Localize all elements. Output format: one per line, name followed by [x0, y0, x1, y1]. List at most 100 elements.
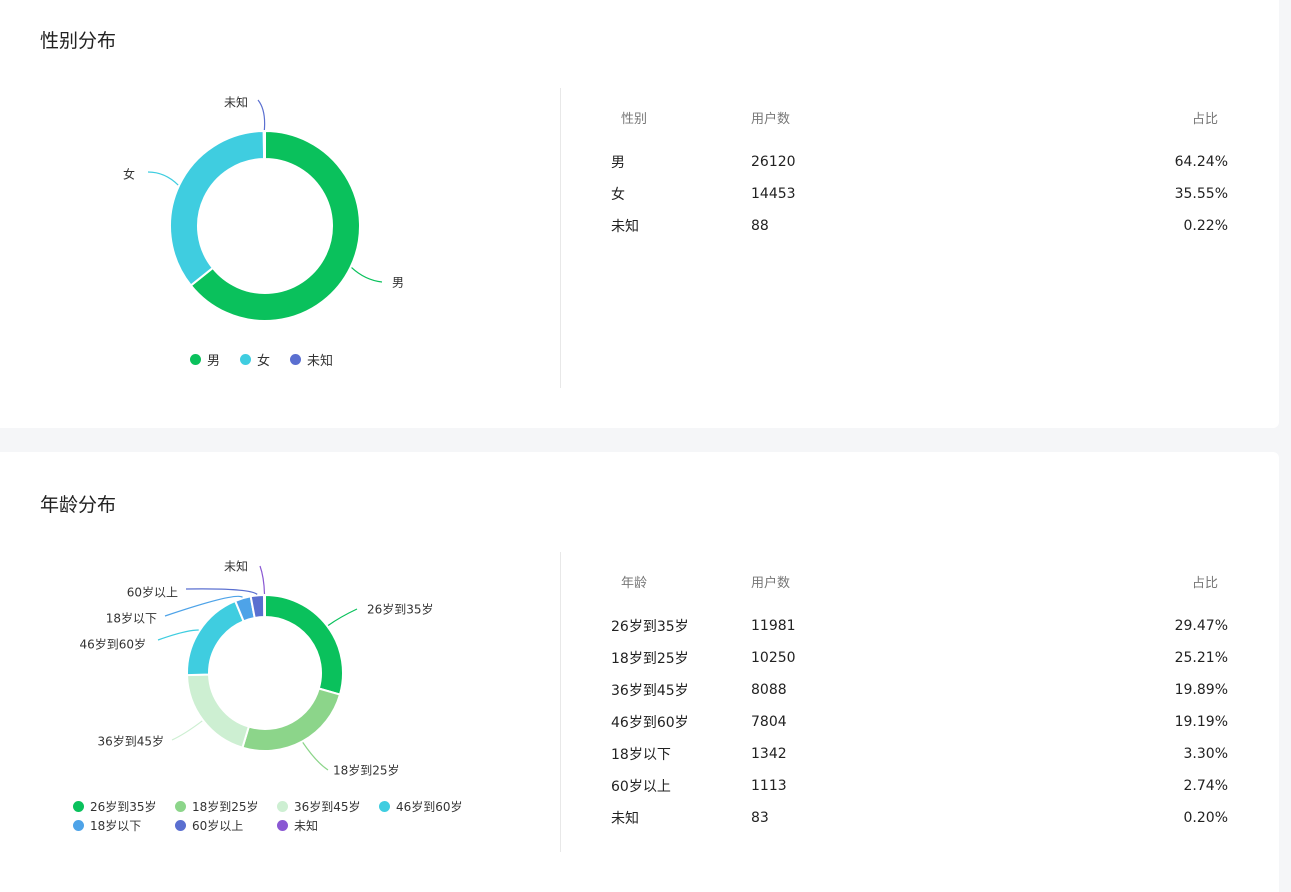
legend-dot-icon — [73, 801, 84, 812]
slice-label: 18岁到25岁 — [333, 763, 400, 778]
row-label: 女 — [611, 187, 625, 203]
legend-dot-icon — [175, 801, 186, 812]
gender-card: 性别分布 男女未知 男女未知 性别 用户数 占比 男 26120 64.24% … — [0, 0, 1279, 428]
leader-line — [302, 742, 329, 771]
legend-label: 男 — [207, 354, 221, 369]
legend-dot-icon — [73, 820, 84, 831]
table-row: 60岁以上 1113 2.74% — [590, 770, 1240, 802]
header-share: 占比 — [1191, 575, 1218, 591]
donut-slice-1[interactable] — [169, 129, 266, 287]
legend-label: 18岁到25岁 — [192, 800, 259, 814]
age-donut-chart: 26岁到35岁 18岁到25岁 36岁到45岁 46岁到60岁 18岁以下 60岁以上 未知 — [79, 560, 433, 778]
donut-slice-2[interactable] — [262, 129, 266, 161]
legend-item[interactable]: 46岁到60岁 — [379, 798, 481, 815]
row-share: 64.24% — [1174, 154, 1228, 170]
leader-line — [257, 99, 266, 131]
table-row: 46岁到60岁 7804 19.19% — [590, 706, 1240, 738]
row-count: 10250 — [751, 650, 796, 666]
header-age: 年龄 — [621, 575, 648, 591]
row-share: 25.21% — [1174, 650, 1228, 666]
row-label: 未知 — [611, 811, 639, 827]
row-share: 0.22% — [1183, 218, 1228, 234]
header-share: 占比 — [1191, 111, 1218, 127]
table-row: 未知 83 0.20% — [590, 802, 1240, 834]
legend-dot-icon — [175, 820, 186, 831]
legend-dot-icon — [277, 820, 288, 831]
donut-slice-2[interactable] — [186, 673, 251, 749]
row-label: 60岁以上 — [611, 779, 671, 795]
leader-line — [185, 588, 258, 595]
legend-label: 未知 — [294, 819, 319, 833]
donut-slice-6[interactable] — [262, 593, 266, 619]
legend-item[interactable]: 26岁到35岁 — [73, 798, 175, 815]
legend-item[interactable]: 18岁以下 — [73, 817, 175, 834]
gender-donut-chart: 男 女 未知 — [123, 96, 404, 322]
slice-label: 女 — [123, 167, 135, 182]
row-count: 1342 — [751, 746, 787, 762]
slice-label: 未知 — [224, 560, 248, 574]
leader-line — [147, 171, 179, 186]
header-gender: 性别 — [621, 111, 648, 127]
slice-label: 60岁以上 — [127, 585, 178, 600]
row-label: 18岁到25岁 — [611, 651, 689, 667]
legend-item[interactable]: 女 — [240, 350, 270, 369]
slice-label: 男 — [392, 276, 404, 290]
legend-item[interactable]: 18岁到25岁 — [175, 798, 277, 815]
legend-dot-icon — [240, 354, 252, 365]
row-count: 14453 — [751, 186, 796, 202]
gender-legend: 男 女 未知 — [190, 350, 390, 371]
age-table: 年龄 用户数 占比 26岁到35岁 11981 29.47% 18岁到25岁 1… — [590, 552, 1240, 834]
legend-label: 女 — [257, 354, 271, 369]
leader-line — [171, 720, 203, 741]
legend-item[interactable]: 60岁以上 — [175, 817, 277, 834]
row-share: 0.20% — [1183, 810, 1228, 826]
slice-label: 36岁到45岁 — [97, 734, 164, 749]
table-row: 18岁以下 1342 3.30% — [590, 738, 1240, 770]
age-divider — [560, 552, 561, 852]
row-label: 男 — [611, 155, 625, 171]
row-share: 3.30% — [1183, 746, 1228, 762]
leader-line — [351, 267, 383, 283]
donut-slice-3[interactable] — [186, 599, 245, 677]
age-card: 年龄分布 26岁到35岁 18岁到25岁 36岁到45岁 46岁到60岁 18岁以下 60… — [0, 452, 1279, 892]
row-label: 36岁到45岁 — [611, 683, 689, 699]
legend-label: 未知 — [307, 354, 334, 369]
table-row: 18岁到25岁 10250 25.21% — [590, 642, 1240, 674]
slice-label: 未知 — [224, 96, 248, 110]
donut-slice-0[interactable] — [264, 593, 344, 696]
table-header-row: 年龄 用户数 占比 — [590, 552, 1240, 610]
leader-line — [327, 608, 358, 626]
table-row: 女 14453 35.55% — [590, 178, 1240, 210]
row-count: 7804 — [751, 714, 787, 730]
row-share: 35.55% — [1174, 186, 1228, 202]
row-label: 26岁到35岁 — [611, 619, 689, 635]
legend-item[interactable]: 男 — [190, 350, 220, 369]
row-label: 46岁到60岁 — [611, 715, 689, 731]
legend-item[interactable]: 未知 — [277, 817, 379, 834]
row-share: 29.47% — [1174, 618, 1228, 634]
legend-label: 36岁到45岁 — [294, 800, 361, 814]
table-row: 男 26120 64.24% — [590, 146, 1240, 178]
row-count: 88 — [751, 218, 769, 234]
row-count: 83 — [751, 810, 769, 826]
row-share: 19.89% — [1174, 682, 1228, 698]
row-label: 18岁以下 — [611, 747, 671, 763]
gender-table: 性别 用户数 占比 男 26120 64.24% 女 14453 35.55% … — [590, 88, 1240, 242]
legend-label: 18岁以下 — [90, 819, 142, 833]
donut-slice-1[interactable] — [241, 687, 342, 752]
row-share: 19.19% — [1174, 714, 1228, 730]
table-row: 未知 88 0.22% — [590, 210, 1240, 242]
row-label: 未知 — [611, 219, 639, 235]
table-row: 26岁到35岁 11981 29.47% — [590, 610, 1240, 642]
legend-dot-icon — [277, 801, 288, 812]
row-count: 8088 — [751, 682, 787, 698]
legend-dot-icon — [190, 354, 201, 365]
legend-dot-icon — [379, 801, 390, 812]
row-count: 26120 — [751, 154, 796, 170]
legend-item[interactable]: 36岁到45岁 — [277, 798, 379, 815]
table-header-row: 性别 用户数 占比 — [590, 88, 1240, 146]
row-share: 2.74% — [1183, 778, 1228, 794]
legend-label: 46岁到60岁 — [396, 800, 463, 814]
legend-item[interactable]: 未知 — [290, 350, 333, 369]
leader-line — [157, 629, 199, 641]
